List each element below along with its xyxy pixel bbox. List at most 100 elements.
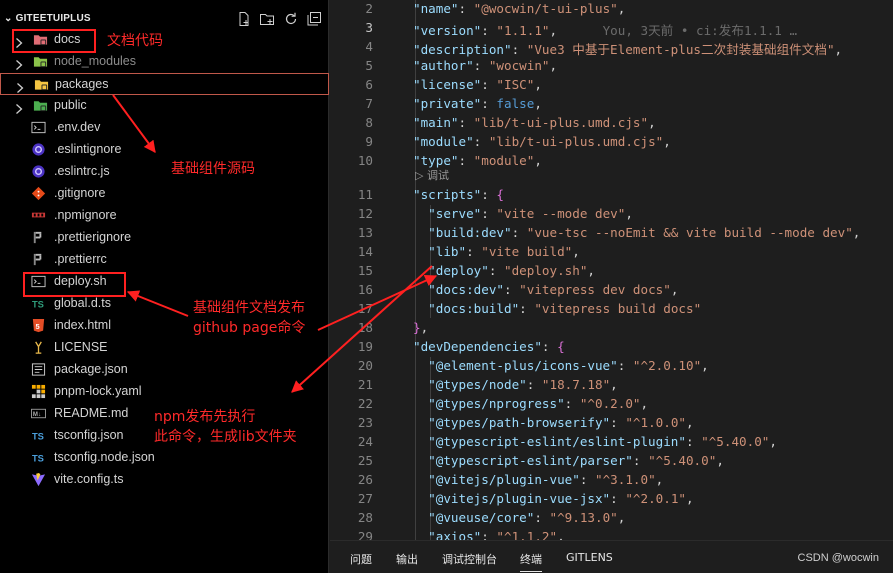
folder-packages[interactable]: packages (0, 73, 329, 95)
line-number: 14 (357, 244, 373, 259)
html5-icon: 5 (31, 318, 46, 333)
code-line[interactable]: 21 "@types/node": "18.7.18", (330, 376, 893, 395)
code-text: "@typescript-eslint/eslint-plugin": "^5.… (428, 434, 777, 449)
code-line[interactable]: 7 "private": false, (330, 95, 893, 114)
code-line[interactable]: 22 "@types/nprogress": "^0.2.0", (330, 395, 893, 414)
code-line[interactable]: 15 "deploy": "deploy.sh", (330, 262, 893, 281)
file-label: .eslintrc.js (54, 164, 110, 178)
collapse-all-icon[interactable] (306, 11, 322, 27)
file-env-dev[interactable]: .env.dev (0, 117, 329, 139)
docs-highlight-box (12, 29, 96, 53)
file-eslintrc-js[interactable]: .eslintrc.js (0, 161, 329, 183)
code-line[interactable]: 2 "name": "@wocwin/t-ui-plus", (330, 0, 893, 19)
code-line[interactable]: 27 "@vitejs/plugin-vue-jsx": "^2.0.1", (330, 490, 893, 509)
code-line[interactable]: 6 "license": "ISC", (330, 76, 893, 95)
code-text: "license": "ISC", (413, 77, 542, 92)
node-folder-icon (33, 54, 48, 69)
code-text: "deploy": "deploy.sh", (428, 263, 596, 278)
code-line[interactable]: 11 "scripts": { (330, 186, 893, 205)
line-number: 25 (357, 453, 373, 468)
line-number: 8 (365, 115, 373, 130)
tab-gitlens[interactable]: GITLENS (566, 551, 613, 564)
code-line[interactable]: 24 "@typescript-eslint/eslint-plugin": "… (330, 433, 893, 452)
refresh-icon[interactable] (283, 11, 299, 27)
folder-node-modules[interactable]: node_modules (0, 51, 329, 73)
new-file-icon[interactable] (236, 11, 252, 27)
file-label: public (54, 98, 87, 112)
tsconfig-icon: TS (31, 428, 46, 443)
code-text: "@types/node": "18.7.18", (428, 377, 618, 392)
code-line[interactable]: 29 "axios": "^1.1.2", (330, 528, 893, 540)
file-gitignore[interactable]: .gitignore (0, 183, 329, 205)
file-package-json[interactable]: package.json (0, 359, 329, 381)
file-eslintignore[interactable]: .eslintignore (0, 139, 329, 161)
code-line[interactable]: 17 "docs:build": "vitepress build docs" (330, 300, 893, 319)
code-text: "@types/nprogress": "^0.2.0", (428, 396, 649, 411)
line-number: 29 (357, 529, 373, 540)
code-line[interactable]: 18}, (330, 319, 893, 338)
chevron-right-icon[interactable] (14, 56, 24, 70)
code-line[interactable]: 12 "serve": "vite --mode dev", (330, 205, 893, 224)
line-number: 12 (357, 206, 373, 221)
line-number: 10 (357, 153, 373, 168)
file-prettierignore[interactable]: .prettierignore (0, 227, 329, 249)
code-text: "module": "lib/t-ui-plus.umd.cjs", (413, 134, 671, 149)
file-pnpm-lock-yaml[interactable]: pnpm-lock.yaml (0, 381, 329, 403)
code-line[interactable]: 28 "@vueuse/core": "^9.13.0", (330, 509, 893, 528)
tsconfig-icon: TS (31, 450, 46, 465)
code-line[interactable]: 20 "@element-plus/icons-vue": "^2.0.10", (330, 357, 893, 376)
code-text: }, (413, 320, 429, 335)
code-line[interactable]: 5 "author": "wocwin", (330, 57, 893, 76)
line-number: 27 (357, 491, 373, 506)
code-text: "description": "Vue3 中基于Element-plus二次封装… (413, 42, 843, 57)
debug-codelens[interactable]: ▷ 调试 (415, 167, 449, 183)
code-line[interactable]: 26 "@vitejs/plugin-vue": "^3.1.0", (330, 471, 893, 490)
markdown-icon: M↓ (31, 406, 46, 421)
chevron-right-icon[interactable] (14, 100, 24, 114)
tab-debug-console[interactable]: 调试控制台 (442, 551, 497, 567)
code-line[interactable]: 14 "lib": "vite build", (330, 243, 893, 262)
code-line[interactable]: 25 "@typescript-eslint/parser": "^5.40.0… (330, 452, 893, 471)
file-license[interactable]: LICENSE (0, 337, 329, 359)
file-label: .gitignore (54, 186, 106, 200)
file-npmignore[interactable]: .npmignore (0, 205, 329, 227)
folder-public[interactable]: public (0, 95, 329, 117)
file-label: LICENSE (54, 340, 108, 354)
code-editor[interactable]: 2 "name": "@wocwin/t-ui-plus", 3 "version":… (330, 0, 893, 540)
code-text: "@vitejs/plugin-vue-jsx": "^2.0.1", (428, 491, 694, 506)
code-line[interactable]: 3 "version": "1.1.1", You, 3天前 • ci:发布1.1… (330, 19, 893, 38)
code-line[interactable]: 13 "build:dev": "vue-tsc --noEmit && vit… (330, 224, 893, 243)
new-folder-icon[interactable] (259, 11, 275, 27)
code-line[interactable]: 16 "docs:dev": "vitepress dev docs", (330, 281, 893, 300)
svg-text:TS: TS (32, 300, 44, 310)
file-label: tsconfig.node.json (54, 450, 155, 464)
file-prettierrc[interactable]: .prettierrc (0, 249, 329, 271)
npm-package-icon (31, 362, 46, 377)
annotation-deploy-2: github page命令 (193, 320, 306, 336)
vite-icon (31, 472, 46, 487)
explorer-title[interactable]: ⌄ GITEETUIPLUS (4, 13, 91, 24)
file-vite-config-ts[interactable]: vite.config.ts (0, 469, 329, 491)
code-line[interactable]: 19 "devDependencies": { (330, 338, 893, 357)
code-line[interactable]: 4 "description": "Vue3 中基于Element-plus二次封… (330, 38, 893, 57)
line-number: 6 (365, 77, 373, 92)
tab-problems[interactable]: 问题 (350, 551, 372, 567)
code-text: "@vueuse/core": "^9.13.0", (428, 510, 626, 525)
file-label: README.md (54, 406, 129, 420)
line-number: 9 (365, 134, 373, 149)
file-label: tsconfig.json (54, 428, 124, 442)
code-line[interactable]: 9 "module": "lib/t-ui-plus.umd.cjs", (330, 133, 893, 152)
file-label: .prettierrc (54, 252, 107, 266)
file-tsconfig-node-json[interactable]: TS tsconfig.node.json (0, 447, 329, 469)
code-text: "author": "wocwin", (413, 58, 558, 73)
env-file-icon (31, 120, 46, 135)
line-number: 23 (357, 415, 373, 430)
tab-terminal[interactable]: 终端 (520, 551, 542, 572)
explorer-header: ⌄ GITEETUIPLUS (0, 9, 329, 31)
watermark: CSDN @wocwin (797, 552, 879, 564)
code-text: "main": "lib/t-ui-plus.umd.cjs", (413, 115, 656, 130)
code-line[interactable]: 8 "main": "lib/t-ui-plus.umd.cjs", (330, 114, 893, 133)
chevron-right-icon[interactable] (15, 79, 25, 93)
tab-output[interactable]: 输出 (396, 551, 418, 567)
code-line[interactable]: 23 "@types/path-browserify": "^1.0.0", (330, 414, 893, 433)
